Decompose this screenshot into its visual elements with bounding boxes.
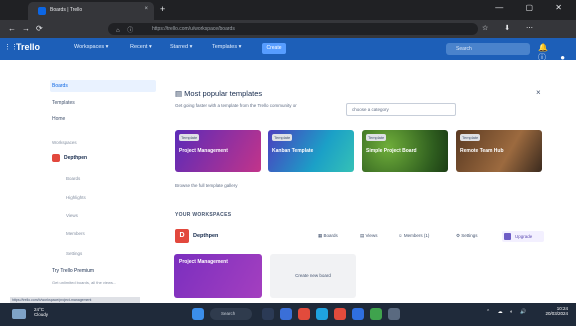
- create-new-board-button[interactable]: Create new board: [270, 254, 356, 298]
- taskbar-search-label: Search: [221, 311, 236, 316]
- store-icon[interactable]: [352, 308, 364, 320]
- browser-right-icons[interactable]: ☆ ⬇ ⋯: [482, 24, 540, 32]
- close-icon[interactable]: ×: [536, 88, 541, 97]
- sidebar-item-boards[interactable]: Boards: [52, 83, 68, 89]
- header-right-icons[interactable]: 🔔 ⓘ ●: [538, 43, 576, 63]
- menu-starred[interactable]: Starred ▾: [170, 44, 192, 50]
- category-select-value: choose a category: [352, 107, 389, 112]
- sidebar-workspace-name[interactable]: Depthpen: [64, 155, 87, 161]
- menu-recent[interactable]: Recent ▾: [130, 44, 152, 50]
- template-title: Remote Team Hub: [460, 148, 504, 154]
- sidebar-ws-views[interactable]: Views: [66, 213, 78, 218]
- ws-members-label: Members (1): [403, 233, 430, 238]
- ws-boards-button[interactable]: ▦ Boards: [318, 233, 338, 239]
- site-info-icon[interactable]: ⌂ ⓘ: [116, 25, 136, 34]
- upgrade-icon: [504, 233, 511, 240]
- task-view-icon[interactable]: [262, 308, 274, 320]
- ws-views-button[interactable]: ▤ Views: [360, 233, 377, 239]
- back-arrow-icon[interactable]: ←: [8, 24, 16, 33]
- weather-desc: Cloudy: [34, 312, 49, 317]
- workspace-icon: D: [175, 229, 189, 243]
- workspace-avatar: [52, 154, 60, 162]
- settings-app-icon[interactable]: [388, 308, 400, 320]
- tab-title: Boards | Trello: [50, 7, 83, 13]
- browser-tab[interactable]: Boards | Trello ×: [28, 2, 154, 20]
- category-select[interactable]: choose a category: [346, 103, 456, 116]
- clock[interactable]: 10:24 20/03/2024: [545, 306, 568, 316]
- browse-gallery-link[interactable]: Browse the full template gallery: [175, 183, 238, 188]
- forward-arrow-icon[interactable]: →: [22, 24, 30, 33]
- template-title: Simple Project Board: [366, 148, 417, 154]
- menu-workspaces[interactable]: Workspaces ▾: [74, 44, 108, 50]
- template-card-remote-team-hub[interactable]: Template Remote Team Hub: [456, 130, 542, 172]
- sidebar-ws-settings[interactable]: Settings: [66, 251, 82, 256]
- sidebar-item-home[interactable]: Home: [52, 116, 65, 122]
- template-card-project-management[interactable]: Template Project Management: [175, 130, 261, 172]
- file-explorer-icon[interactable]: [280, 308, 292, 320]
- template-badge: Template: [366, 134, 387, 141]
- search-placeholder: Search: [456, 46, 472, 52]
- ws-upgrade-label: Upgrade: [515, 234, 533, 239]
- app-icon-red[interactable]: [298, 308, 310, 320]
- clock-date: 20/03/2024: [545, 311, 568, 316]
- create-button[interactable]: Create: [262, 43, 286, 54]
- try-premium-title[interactable]: Try Trello Premium: [52, 268, 94, 274]
- reload-icon[interactable]: ⟳: [36, 24, 43, 33]
- app-icon-green[interactable]: [370, 308, 382, 320]
- trello-header: ⋮⋮ Trello Workspaces ▾ Recent ▾ Starred …: [0, 38, 576, 63]
- new-tab-button[interactable]: +: [160, 4, 165, 14]
- start-icon[interactable]: [192, 308, 204, 320]
- most-popular-subtitle: Get going faster with a template from th…: [175, 103, 297, 108]
- board-card-title: Project Management: [179, 259, 228, 265]
- trello-logo[interactable]: Trello: [16, 42, 40, 52]
- system-tray[interactable]: ⌃ ☁ ◐ 🔊: [486, 309, 530, 315]
- template-card-simple-project-board[interactable]: Template Simple Project Board: [362, 130, 448, 172]
- chrome-icon[interactable]: [334, 308, 346, 320]
- most-popular-title-text: Most popular templates: [184, 89, 263, 98]
- ws-settings-button[interactable]: ⚙ Settings: [456, 233, 478, 239]
- template-card-kanban[interactable]: Template Kanban Template: [268, 130, 354, 172]
- template-badge: Template: [460, 134, 481, 141]
- ws-views-label: Views: [365, 233, 378, 238]
- trello-favicon-icon: [38, 7, 46, 15]
- most-popular-title: ▤ Most popular templates: [175, 89, 262, 98]
- window-controls[interactable]: — ▢ ✕: [495, 3, 572, 12]
- template-badge: Template: [272, 134, 293, 141]
- workspaces-header: Workspaces: [52, 140, 77, 145]
- sidebar-ws-boards[interactable]: Boards: [66, 176, 80, 181]
- ws-boards-label: Boards: [323, 233, 338, 238]
- ws-settings-label: Settings: [461, 233, 478, 238]
- weather-widget[interactable]: 24°C Cloudy: [34, 307, 48, 317]
- workspace-name: Depthpen: [193, 233, 219, 239]
- board-card[interactable]: Project Management: [174, 254, 262, 298]
- weather-icon: [12, 309, 26, 319]
- template-badge: Template: [179, 134, 200, 141]
- template-title: Project Management: [179, 148, 228, 154]
- sidebar-ws-members[interactable]: Members: [66, 231, 85, 236]
- premium-description: Get unlimited boards, all the views...: [52, 280, 117, 285]
- ws-members-button[interactable]: ☺ Members (1): [398, 233, 429, 238]
- url-text: https://trello.com/u/workspace/boards: [152, 26, 235, 32]
- template-title: Kanban Template: [272, 148, 314, 154]
- menu-templates[interactable]: Templates ▾: [212, 44, 241, 50]
- your-workspaces-heading: YOUR WORKSPACES: [175, 212, 232, 218]
- address-bar[interactable]: ⌂ ⓘ https://trello.com/u/workspace/board…: [108, 23, 478, 35]
- taskbar-search[interactable]: Search: [210, 308, 252, 320]
- edge-icon[interactable]: [316, 308, 328, 320]
- ws-upgrade-button[interactable]: Upgrade: [502, 231, 544, 242]
- close-tab-icon[interactable]: ×: [144, 6, 148, 12]
- search-input[interactable]: Search: [446, 43, 530, 55]
- sidebar-item-templates[interactable]: Templates: [52, 100, 75, 106]
- sidebar-ws-highlights[interactable]: Highlights: [66, 195, 86, 200]
- template-board-icon: ▤: [175, 89, 185, 98]
